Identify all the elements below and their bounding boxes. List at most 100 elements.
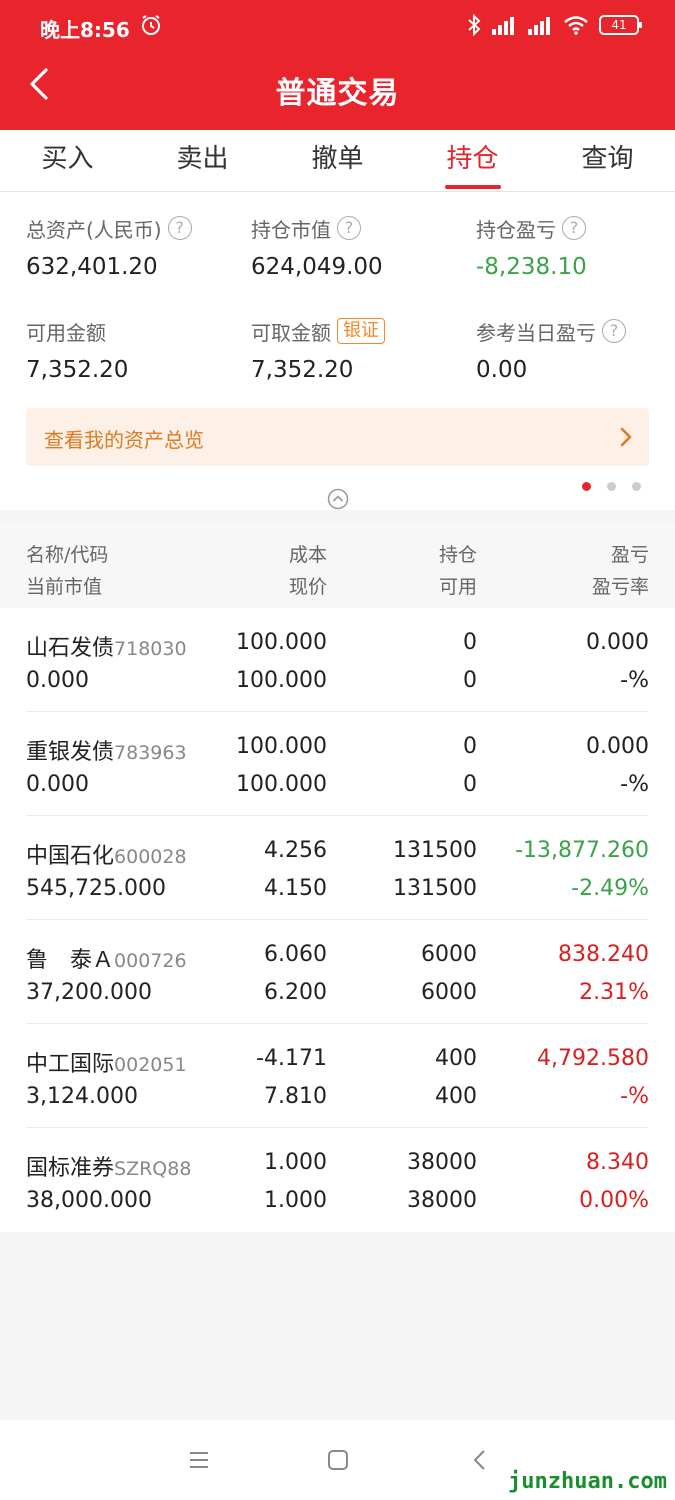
system-nav-bar: junzhuan.com — [0, 1420, 675, 1500]
tab-sell[interactable]: 卖出 — [135, 130, 270, 191]
available-label: 可用金额 — [26, 320, 106, 345]
alarm-icon — [142, 15, 160, 35]
holding: 6000 — [421, 942, 477, 967]
help-icon[interactable]: ? — [167, 216, 192, 240]
pnl: -13,877.260 — [515, 838, 649, 863]
today-pnl-value: 0.00 — [476, 357, 528, 383]
cost: 100.000 — [236, 734, 327, 759]
asset-overview-link[interactable]: 查看我的资产总览 — [26, 408, 649, 466]
market-value: 545,725.000 — [26, 876, 166, 901]
price: 4.150 — [264, 876, 327, 901]
stock-name: 中国石化 — [26, 844, 115, 869]
total-assets-label: 总资产(人民币) — [26, 217, 162, 242]
pnl-rate: -% — [620, 1084, 649, 1109]
price: 1.000 — [264, 1188, 327, 1213]
wifi-icon — [564, 16, 588, 35]
table-row[interactable]: 鲁 泰Ａ000726 37,200.000 6.060 6.200 6000 6… — [0, 920, 675, 1024]
holding: 400 — [435, 1046, 477, 1071]
collapse-up-icon[interactable] — [327, 488, 349, 510]
table-row[interactable]: 中工国际002051 3,124.000 -4.171 7.810 400 40… — [0, 1024, 675, 1128]
table-row[interactable]: 重银发债783963 0.000 100.000 100.000 0 0 0.0… — [0, 712, 675, 816]
stock-code: 600028 — [114, 846, 187, 868]
header-name-code: 名称/代码 — [26, 544, 109, 566]
header-available: 可用 — [438, 576, 477, 598]
pnl-rate: 2.31% — [579, 980, 649, 1005]
page-title: 普通交易 — [275, 76, 400, 111]
tab-query[interactable]: 查询 — [540, 130, 675, 191]
cost: -4.171 — [256, 1046, 327, 1071]
pnl: 838.240 — [558, 942, 649, 967]
header-cost: 成本 — [288, 544, 327, 566]
positions-table-header: 名称/代码 当前市值 成本 现价 持仓 可用 盈亏 盈亏率 — [0, 524, 675, 608]
market-value: 3,124.000 — [26, 1084, 138, 1109]
pnl-rate: -% — [620, 772, 649, 797]
header-price: 现价 — [288, 576, 327, 598]
page-dot — [632, 482, 641, 491]
holding: 131500 — [393, 838, 477, 863]
pnl: 0.000 — [586, 630, 649, 655]
tab-buy[interactable]: 买入 — [0, 130, 135, 191]
today-pnl-label: 参考当日盈亏 — [476, 320, 596, 345]
position-pnl-label: 持仓盈亏 — [476, 217, 556, 242]
available: 400 — [435, 1084, 477, 1109]
cost: 1.000 — [264, 1150, 327, 1175]
pnl-rate: 0.00% — [579, 1188, 649, 1213]
header-market-value: 当前市值 — [26, 576, 103, 598]
price: 100.000 — [236, 668, 327, 693]
trade-tabs: 买入 卖出 撤单 持仓 查询 — [0, 130, 675, 192]
help-icon[interactable]: ? — [337, 216, 361, 240]
battery-icon: 41 — [599, 15, 642, 35]
today-pnl-stat: 参考当日盈亏 ? 0.00 — [476, 317, 675, 383]
stock-code: 002051 — [114, 1054, 187, 1076]
asset-summary: 总资产(人民币) ? 632,401.20 持仓市值 ? 624,049.00 … — [0, 192, 675, 510]
stock-name: 山石发债 — [26, 636, 115, 661]
cost: 6.060 — [264, 942, 327, 967]
withdrawable-value: 7,352.20 — [251, 357, 354, 383]
stock-code: 718030 — [114, 638, 187, 660]
menu-icon[interactable] — [187, 1448, 211, 1472]
status-time: 晚上8:56 — [40, 18, 130, 42]
stock-name: 中工国际 — [26, 1052, 115, 1077]
price: 7.810 — [264, 1084, 327, 1109]
available: 6000 — [421, 980, 477, 1005]
available: 38000 — [407, 1188, 477, 1213]
table-row[interactable]: 山石发债718030 0.000 100.000 100.000 0 0 0.0… — [0, 608, 675, 712]
market-value: 0.000 — [26, 668, 89, 693]
holding: 0 — [463, 734, 477, 759]
market-value: 0.000 — [26, 772, 89, 797]
header-pnl-rate: 盈亏率 — [591, 576, 649, 598]
help-icon[interactable]: ? — [602, 319, 626, 343]
available-value: 7,352.20 — [26, 357, 129, 383]
price: 6.200 — [264, 980, 327, 1005]
available-stat: 可用金额 7,352.20 — [26, 317, 236, 384]
back-icon[interactable] — [468, 1448, 492, 1472]
bank-transfer-button[interactable]: 银证 — [337, 318, 385, 344]
available: 0 — [463, 772, 477, 797]
page-indicator — [582, 482, 641, 491]
pnl-rate: -2.49% — [571, 876, 649, 901]
signal-icon — [492, 17, 514, 35]
stock-code: 783963 — [114, 742, 187, 764]
tab-positions[interactable]: 持仓 — [405, 130, 540, 191]
holding: 38000 — [407, 1150, 477, 1175]
pnl: 4,792.580 — [537, 1046, 649, 1071]
home-icon[interactable] — [326, 1448, 350, 1472]
stock-name: 重银发债 — [26, 740, 115, 765]
market-value-label: 持仓市值 — [251, 217, 331, 242]
tab-cancel-order[interactable]: 撤单 — [270, 130, 405, 191]
table-row[interactable]: 国标准券SZRQ88 38,000.000 1.000 1.000 38000 … — [0, 1128, 675, 1232]
stock-code: 000726 — [114, 950, 187, 972]
table-row[interactable]: 中国石化600028 545,725.000 4.256 4.150 13150… — [0, 816, 675, 920]
header-holding: 持仓 — [438, 544, 477, 566]
page-dot — [607, 482, 616, 491]
holding: 0 — [463, 630, 477, 655]
market-value-value: 624,049.00 — [251, 254, 383, 280]
stock-name: 鲁 泰Ａ — [26, 948, 115, 973]
asset-overview-text: 查看我的资产总览 — [44, 428, 204, 452]
watermark-text: junzhuan.com — [508, 1469, 667, 1494]
position-pnl-value: -8,238.10 — [476, 254, 587, 280]
market-value: 38,000.000 — [26, 1188, 152, 1213]
help-icon[interactable]: ? — [562, 216, 586, 240]
positions-table: 山石发债718030 0.000 100.000 100.000 0 0 0.0… — [0, 608, 675, 1232]
app-bar: 晚上8:56 41 普通交易 — [0, 0, 675, 130]
